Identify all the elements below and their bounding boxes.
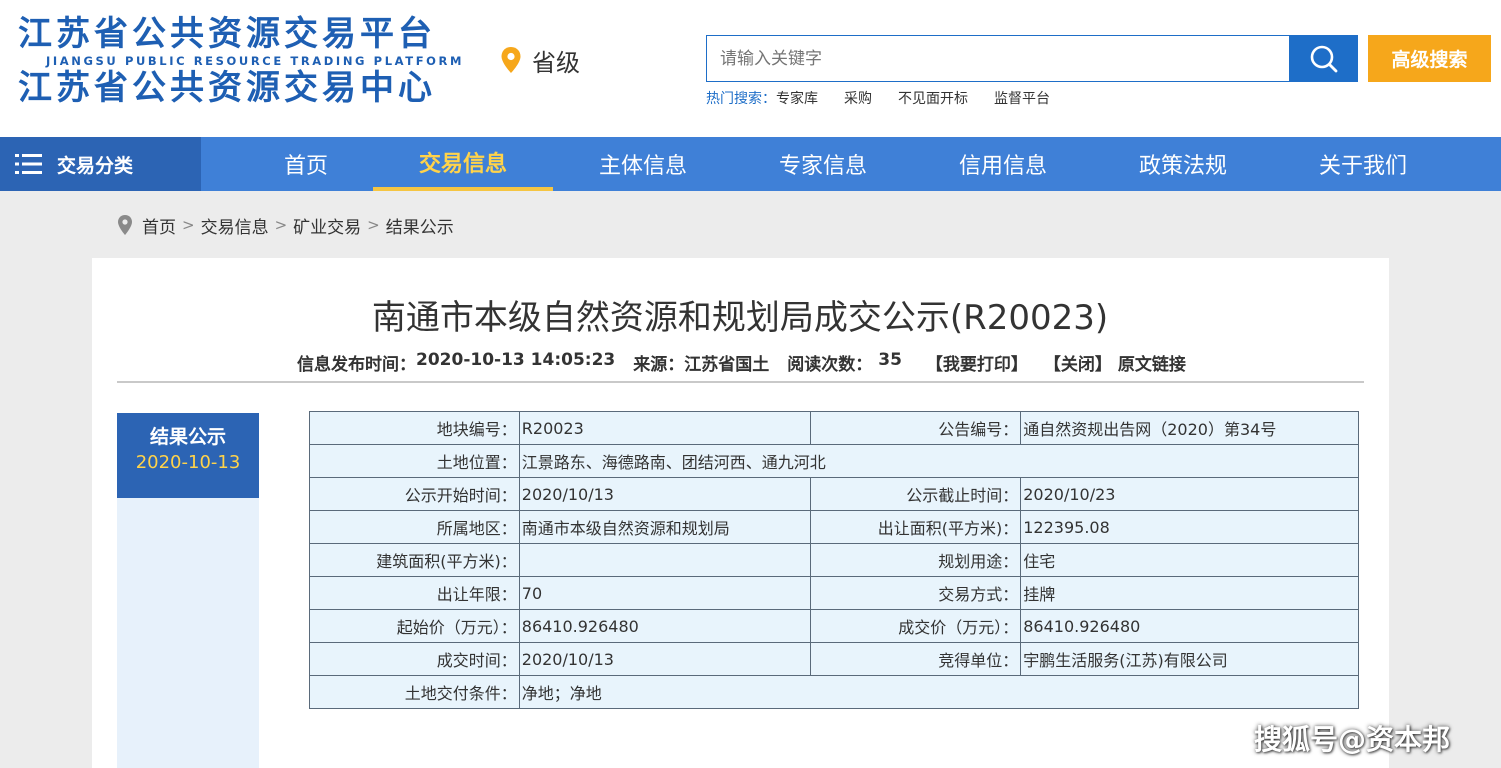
breadcrumb: 首页 > 交易信息 > 矿业交易 > 结果公示 [117, 212, 454, 238]
table-row: 建筑面积(平方米)： 规划用途： 住宅 [309, 543, 1359, 577]
side-tab-result[interactable]: 结果公示 2020-10-13 [117, 413, 259, 498]
field-value: 挂牌 [1020, 576, 1359, 610]
logo-english: JIANGSU PUBLIC RESOURCE TRADING PLATFORM [46, 54, 465, 68]
nav-policy[interactable]: 政策法规 [1093, 137, 1273, 191]
table-row: 地块编号： R20023 公告编号： 通自然资规出告网（2020）第34号 [309, 411, 1359, 445]
field-value: 宇鹏生活服务(江苏)有限公司 [1020, 642, 1359, 676]
source-value: 江苏省国土 [684, 355, 770, 375]
field-value: 2020/10/13 [518, 477, 812, 511]
field-value: 122395.08 [1020, 510, 1359, 544]
logo-title: 江苏省公共资源交易平台 [18, 14, 436, 54]
nav-entity-info[interactable]: 主体信息 [553, 137, 733, 191]
nav-about[interactable]: 关于我们 [1273, 137, 1453, 191]
field-value: 南通市本级自然资源和规划局 [518, 510, 812, 544]
publish-label: 信息发布时间： [297, 355, 416, 375]
location-selector[interactable]: 省级 [500, 44, 580, 77]
field-label: 成交价（万元）： [810, 609, 1022, 643]
nav-expert-info[interactable]: 专家信息 [733, 137, 913, 191]
table-row: 成交时间： 2020/10/13 竞得单位： 宇鹏生活服务(江苏)有限公司 [309, 642, 1359, 676]
watermark: 搜狐号@资本邦 [1254, 723, 1451, 756]
field-label: 地块编号： [309, 411, 520, 445]
hot-search-label: 热门搜索： [706, 91, 776, 107]
table-row: 所属地区： 南通市本级自然资源和规划局 出让面积(平方米)： 122395.08 [309, 510, 1359, 544]
views-count: 35 [878, 350, 902, 370]
field-value: 86410.926480 [1020, 609, 1359, 643]
divider [117, 381, 1364, 383]
hot-search-item[interactable]: 不见面开标 [898, 88, 968, 108]
breadcrumb-trade-info[interactable]: 交易信息 [201, 213, 269, 238]
table-row: 起始价（万元）： 86410.926480 成交价（万元）： 86410.926… [309, 609, 1359, 643]
advanced-search-button[interactable]: 高级搜索 [1368, 35, 1491, 82]
field-value: 通自然资规出告网（2020）第34号 [1020, 411, 1359, 445]
field-label: 公示截止时间： [810, 477, 1022, 511]
print-link[interactable]: 【我要打印】 [926, 350, 1028, 375]
hot-search: 热门搜索： 专家库 采购 不见面开标 监督平台 [706, 88, 1076, 108]
breadcrumb-mining[interactable]: 矿业交易 [293, 213, 361, 238]
site-header: 江苏省公共资源交易平台 JIANGSU PUBLIC RESOURCE TRAD… [0, 0, 1501, 137]
close-link[interactable]: 【关闭】 [1044, 350, 1112, 375]
field-value [518, 543, 812, 577]
article-meta: 信息发布时间： 2020-10-13 14:05:23 来源： 江苏省国土 阅读… [297, 350, 1186, 375]
field-value: 江景路东、海德路南、团结河西、通九河北 [518, 444, 1360, 478]
field-label: 交易方式： [810, 576, 1022, 610]
result-table: 地块编号： R20023 公告编号： 通自然资规出告网（2020）第34号 土地… [309, 411, 1360, 709]
field-label: 竞得单位： [810, 642, 1022, 676]
field-value: 2020/10/23 [1020, 477, 1359, 511]
menu-icon [15, 154, 42, 174]
field-label: 规划用途： [810, 543, 1022, 577]
field-label: 公告编号： [810, 411, 1022, 445]
chevron-right-icon: > [182, 216, 195, 234]
side-tab-title: 结果公示 [149, 426, 226, 448]
field-value: 2020/10/13 [518, 642, 812, 676]
table-row: 出让年限： 70 交易方式： 挂牌 [309, 576, 1359, 610]
hot-search-item[interactable]: 监督平台 [994, 88, 1050, 108]
location-label: 省级 [532, 48, 580, 77]
search-button[interactable] [1289, 35, 1358, 82]
search-input[interactable] [706, 35, 1290, 82]
nav-home[interactable]: 首页 [216, 137, 396, 191]
publish-time: 2020-10-13 14:05:23 [416, 350, 616, 370]
field-value: 70 [518, 576, 812, 610]
hot-search-item[interactable]: 专家库 [776, 88, 818, 108]
table-row: 土地位置： 江景路东、海德路南、团结河西、通九河北 [309, 444, 1360, 478]
search-icon [1310, 45, 1337, 72]
hot-search-item[interactable]: 采购 [844, 88, 872, 108]
field-label: 出让面积(平方米)： [810, 510, 1022, 544]
field-label: 出让年限： [309, 576, 520, 610]
field-label: 起始价（万元）： [309, 609, 520, 643]
breadcrumb-home[interactable]: 首页 [142, 213, 176, 238]
field-value: 86410.926480 [518, 609, 812, 643]
chevron-right-icon: > [274, 216, 288, 234]
nav-trade-info[interactable]: 交易信息 [373, 137, 553, 191]
page-title: 南通市本级自然资源和规划局成交公示(R20023) [371, 298, 1109, 338]
side-tab-date: 2020-10-13 [135, 452, 241, 473]
location-pin-icon [501, 47, 521, 73]
category-menu-button[interactable]: 交易分类 [0, 137, 201, 191]
site-logo[interactable]: 江苏省公共资源交易平台 JIANGSU PUBLIC RESOURCE TRAD… [18, 14, 463, 110]
field-value: 住宅 [1020, 543, 1359, 577]
original-link[interactable]: 原文链接 [1118, 350, 1186, 375]
breadcrumb-result[interactable]: 结果公示 [386, 213, 454, 238]
views-label: 阅读次数： [787, 355, 873, 375]
logo-subtitle: 江苏省公共资源交易中心 [18, 68, 436, 108]
field-label: 土地位置： [309, 444, 520, 478]
table-row: 土地交付条件： 净地；净地 [309, 675, 1360, 709]
table-row: 公示开始时间： 2020/10/13 公示截止时间： 2020/10/23 [309, 477, 1359, 511]
field-value: 净地；净地 [518, 675, 1360, 709]
category-label: 交易分类 [57, 154, 134, 177]
field-label: 所属地区： [309, 510, 520, 544]
field-label: 建筑面积(平方米)： [309, 543, 520, 577]
field-value: R20023 [518, 411, 812, 445]
field-label: 公示开始时间： [309, 477, 520, 511]
field-label: 土地交付条件： [309, 675, 520, 709]
location-pin-icon [118, 215, 132, 235]
source-label: 来源： [633, 355, 685, 375]
field-label: 成交时间： [309, 642, 520, 676]
chevron-right-icon: > [367, 216, 380, 234]
nav-credit-info[interactable]: 信用信息 [913, 137, 1093, 191]
main-nav: 交易分类 首页 交易信息 主体信息 专家信息 信用信息 政策法规 关于我们 [0, 137, 1501, 191]
